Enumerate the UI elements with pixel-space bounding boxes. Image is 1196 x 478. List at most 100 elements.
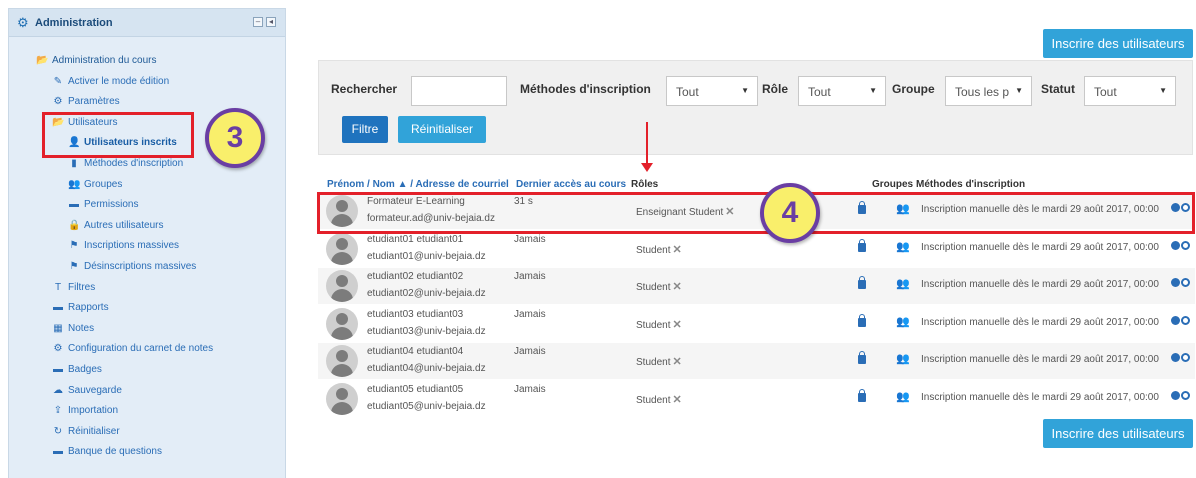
info-icon[interactable] <box>1171 240 1180 250</box>
methods-select[interactable]: Tout ▼ <box>666 76 758 106</box>
users-icon[interactable]: 👥 <box>896 352 910 365</box>
sidebar-item[interactable]: ⚑ Inscriptions massives <box>68 240 180 251</box>
table-row: etudiant02 etudiant02 etudiant02@univ-bej… <box>318 268 1195 304</box>
user-email: etudiant03@univ-bejaia.dz <box>367 325 486 337</box>
cloud-icon: ☁ <box>53 384 63 396</box>
user-name[interactable]: etudiant01 etudiant01 <box>367 234 463 245</box>
enrol-method: Inscription manuelle dès le mardi 29 aoû… <box>921 391 1159 403</box>
group-select[interactable]: Tous les p ▼ <box>945 76 1032 106</box>
settings-icon[interactable] <box>1181 240 1190 250</box>
sidebar-item[interactable]: ▬ Permissions <box>68 199 138 210</box>
annotation-arrow-head <box>641 163 653 172</box>
search-label: Rechercher <box>331 82 398 96</box>
settings-icon[interactable] <box>1181 278 1190 287</box>
filter-button[interactable]: Filtre <box>342 116 388 143</box>
settings-icon[interactable] <box>1181 315 1190 325</box>
reset-button[interactable]: Réinitialiser <box>398 116 486 143</box>
block-title: Administration <box>35 17 113 29</box>
remove-role-icon[interactable]: ✕ <box>672 319 681 331</box>
sidebar-item[interactable]: ✎ Activer le mode édition <box>52 76 169 87</box>
sidebar-item-label: Permissions <box>84 199 139 211</box>
enrol-users-button-bottom[interactable]: Inscrire des utilisateurs <box>1043 419 1193 448</box>
sidebar-item[interactable]: ▬ Badges <box>52 364 102 375</box>
settings-icon[interactable] <box>1181 353 1190 362</box>
lock-icon[interactable] <box>858 388 866 402</box>
col-header-groups: Groupes <box>872 179 914 190</box>
sidebar-item[interactable]: T Filtres <box>52 282 95 293</box>
users-icon[interactable]: 👥 <box>896 315 910 328</box>
remove-role-icon[interactable]: ✕ <box>672 394 681 406</box>
enrol-users-button-top[interactable]: Inscrire des utilisateurs <box>1043 29 1193 58</box>
sidebar-item[interactable]: ▮ Méthodes d'inscription <box>68 158 183 169</box>
user-name[interactable]: etudiant02 etudiant02 <box>367 271 463 282</box>
refresh-icon: ↻ <box>53 425 63 437</box>
folder-icon: ▬ <box>69 199 79 211</box>
sidebar-item[interactable]: 🔒 Autres utilisateurs <box>68 220 163 231</box>
sidebar-item[interactable]: ⚙ Paramètres <box>52 96 120 107</box>
users-icon[interactable]: 👥 <box>896 240 910 253</box>
remove-role-icon[interactable]: ✕ <box>672 281 681 293</box>
users-icon[interactable]: 👥 <box>896 277 910 290</box>
last-access: Jamais <box>514 383 546 395</box>
sidebar-item-label: Importation <box>68 405 119 417</box>
lock-icon[interactable] <box>858 238 866 252</box>
sidebar-item-label: Réinitialiser <box>68 425 120 437</box>
last-access: Jamais <box>514 308 546 320</box>
user-name[interactable]: etudiant05 etudiant05 <box>367 384 463 395</box>
gear-icon: ⚙ <box>17 15 29 30</box>
sidebar-item-label: Désinscriptions massives <box>84 261 197 272</box>
sidebar-item[interactable]: 📂 Administration du cours <box>36 55 157 66</box>
sidebar-item[interactable]: ▦ Notes <box>52 323 94 334</box>
user-name[interactable]: etudiant03 etudiant03 <box>367 309 463 320</box>
user-roles: Student ✕ <box>636 393 682 406</box>
sidebar-item[interactable]: ⇪ Importation <box>52 405 118 416</box>
user-roles: Student ✕ <box>636 356 682 368</box>
sidebar-item-label: Administration du cours <box>52 55 157 66</box>
sidebar-item-label: Sauvegarde <box>68 384 122 396</box>
pencil-icon: ✎ <box>53 75 63 87</box>
user-name[interactable]: etudiant04 etudiant04 <box>367 346 463 357</box>
status-label: Statut <box>1041 82 1075 96</box>
remove-role-icon[interactable]: ✕ <box>672 244 681 256</box>
collapse-icon[interactable]: – <box>253 17 263 27</box>
sidebar-item[interactable]: ⚙ Configuration du carnet de notes <box>52 343 214 354</box>
search-input[interactable] <box>411 76 507 106</box>
folder-icon: ▬ <box>53 302 63 314</box>
info-icon[interactable] <box>1171 390 1180 400</box>
settings-icon[interactable] <box>1181 390 1190 400</box>
gear-icon: ⚙ <box>53 96 63 108</box>
sidebar-item[interactable]: 👥 Groupes <box>68 179 122 190</box>
sidebar-item[interactable]: ▬ Banque de questions <box>52 446 162 457</box>
info-icon[interactable] <box>1171 315 1180 325</box>
col-header-name[interactable]: Prénom / Nom ▲ / Adresse de courriel <box>327 179 509 190</box>
table-row: etudiant05 etudiant05 etudiant05@univ-bej… <box>318 381 1195 417</box>
remove-role-icon[interactable]: ✕ <box>672 356 681 368</box>
chevron-down-icon: ▼ <box>869 86 877 95</box>
sidebar-item-label: Banque de questions <box>68 446 162 458</box>
col-header-last-access[interactable]: Dernier accès au cours <box>516 179 626 190</box>
sidebar-item[interactable]: ⚑ Désinscriptions massives <box>68 261 197 272</box>
table-icon: ▦ <box>53 322 63 334</box>
sidebar-item-label: Activer le mode édition <box>68 75 170 87</box>
sidebar-item[interactable]: ▬ Rapports <box>52 302 109 313</box>
role-select[interactable]: Tout ▼ <box>798 76 886 106</box>
info-icon[interactable] <box>1171 278 1180 287</box>
user-roles: Student ✕ <box>636 243 682 256</box>
sidebar-item-label: Méthodes d'inscription <box>84 158 184 169</box>
lock-icon[interactable] <box>858 351 866 364</box>
col-header-methods: Méthodes d'inscription <box>916 179 1026 190</box>
status-select[interactable]: Tout ▼ <box>1084 76 1176 106</box>
last-access: Jamais <box>514 233 546 245</box>
step-4-badge: 4 <box>760 183 820 243</box>
lock-icon[interactable] <box>858 276 866 289</box>
dock-icon[interactable]: ◂ <box>266 17 276 27</box>
sidebar-item[interactable]: ↻ Réinitialiser <box>52 426 120 437</box>
sidebar-item-label: Autres utilisateurs <box>84 219 164 231</box>
lock-icon[interactable] <box>858 313 866 327</box>
upload-icon: ⇪ <box>53 405 63 417</box>
sidebar-item[interactable]: ☁ Sauvegarde <box>52 385 122 396</box>
users-icon[interactable]: 👥 <box>896 390 910 403</box>
info-icon[interactable] <box>1171 353 1180 362</box>
highlight-box-teacher-row <box>317 192 1195 234</box>
sidebar-item-label: Badges <box>68 364 102 375</box>
